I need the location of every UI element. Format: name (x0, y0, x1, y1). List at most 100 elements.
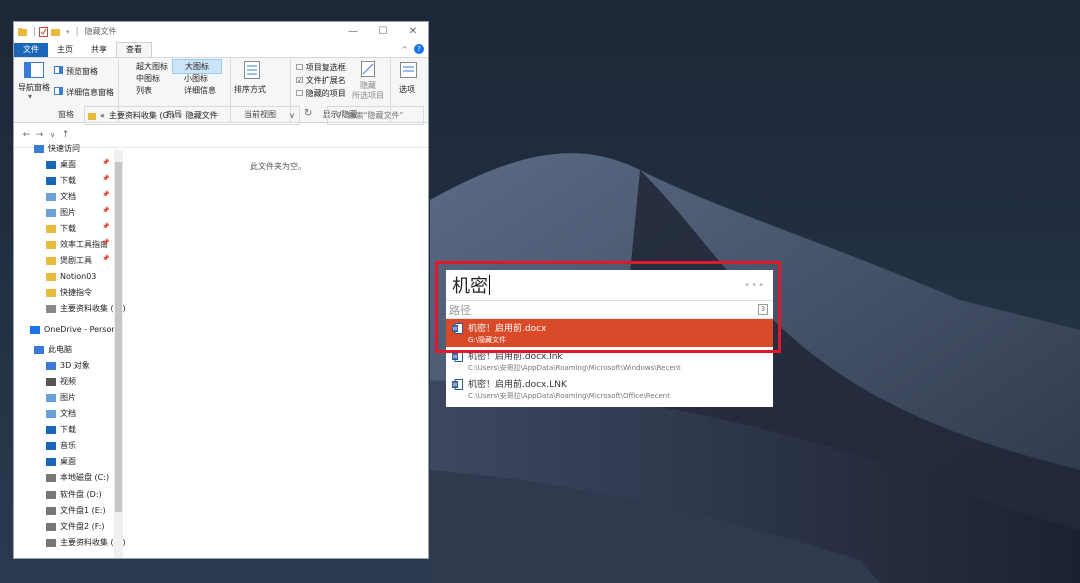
help-icon[interactable]: ? (414, 44, 424, 54)
layout-details[interactable]: 详细信息 (184, 85, 216, 96)
preview-pane-button[interactable]: 预览窗格 (66, 66, 98, 77)
breadcrumb-drive[interactable]: 主要资料收集 (G:) (109, 110, 175, 121)
sort-button[interactable]: 排序方式 (234, 84, 266, 95)
chevron-down-icon[interactable]: ▾ (66, 28, 70, 36)
address-bar[interactable]: « 主要资料收集 (G:) › 隐藏文件 ∨ (84, 106, 300, 125)
nav-item-icon (30, 325, 40, 334)
nav-item[interactable]: 图片 (46, 390, 76, 405)
launcher-result-row[interactable]: W 机密！启用前.docx.LNK C:\Users\安哥拉\AppData\Roa… (446, 375, 773, 403)
nav-item-label: 效率工具指南 (60, 240, 108, 249)
more-icon[interactable]: ••• (744, 280, 765, 291)
nav-item-label: 下载 (60, 176, 76, 185)
svg-text:W: W (453, 327, 458, 333)
result-path: C:\Users\安哥拉\AppData\Roaming\Microsoft\W… (468, 364, 681, 372)
nav-item-label: 3D 对象 (60, 361, 90, 370)
breadcrumb-separator[interactable]: › (179, 111, 182, 120)
nav-item[interactable]: 下载 (46, 173, 76, 188)
file-extension-toggle[interactable]: ☑ 文件扩展名 (296, 75, 346, 86)
options-button[interactable]: 选项 (399, 84, 415, 95)
minimize-button[interactable]: — (338, 22, 368, 41)
nav-item[interactable]: 桌面 (46, 157, 76, 172)
close-button[interactable]: ✕ (398, 22, 428, 41)
nav-pane-icon[interactable] (24, 62, 44, 78)
search-icon: ⚲ (336, 111, 342, 120)
nav-item[interactable]: 文档 (46, 189, 76, 204)
nav-item-label: 软件盘 (D:) (60, 490, 102, 499)
nav-item[interactable]: 视频 (46, 374, 76, 389)
nav-item[interactable]: 文件盘1 (E:) (46, 503, 106, 518)
nav-item-icon (46, 522, 56, 531)
nav-item-icon (46, 256, 56, 265)
tab-home[interactable]: 主页 (48, 43, 82, 57)
details-pane-button[interactable]: 详细信息窗格 (66, 87, 114, 98)
nav-item[interactable]: 下载 (46, 422, 76, 437)
nav-item[interactable]: OneDrive - Person (30, 322, 116, 337)
nav-item-icon (46, 160, 56, 169)
nav-item-label: 图片 (60, 393, 76, 402)
nav-item[interactable]: 桌面 (46, 454, 76, 469)
nav-item-label: 文档 (60, 409, 76, 418)
pin-icon: 📌 (102, 207, 110, 214)
layout-small-icons[interactable]: 小图标 (184, 73, 208, 84)
breadcrumb-folder[interactable]: 隐藏文件 (186, 110, 218, 121)
svg-text:W: W (453, 355, 458, 361)
nav-item[interactable]: 快速访问 (34, 141, 80, 156)
nav-item[interactable]: 图片 (46, 205, 76, 220)
options-icon[interactable] (400, 62, 417, 78)
nav-item[interactable]: 快捷指令 (46, 285, 92, 300)
nav-item-icon (46, 288, 56, 297)
chevron-down-icon[interactable]: ∨ (289, 111, 295, 120)
nav-item[interactable]: 此电脑 (34, 342, 72, 357)
nav-item[interactable]: 下载 (46, 221, 76, 236)
nav-scrollbar[interactable] (114, 150, 123, 558)
search-placeholder: 搜索"隐藏文件" (347, 111, 404, 120)
nav-item[interactable]: 音乐 (46, 438, 76, 453)
nav-item[interactable]: Notion03 (46, 269, 96, 284)
maximize-button[interactable]: ☐ (368, 22, 398, 41)
launcher-results: W 机密！启用前.docx G:\隐藏文件 W 机密！启用前.docx.lnk C:\Us… (446, 319, 773, 403)
launcher-result-row[interactable]: W 机密！启用前.docx G:\隐藏文件 (446, 319, 773, 347)
properties-icon[interactable] (39, 26, 49, 37)
launcher-search-input[interactable]: 机密 ••• (446, 270, 773, 301)
nav-item-icon (46, 377, 56, 386)
layout-list[interactable]: 列表 (136, 85, 152, 96)
nav-item[interactable]: 3D 对象 (46, 358, 90, 373)
nav-item[interactable]: 文档 (46, 406, 76, 421)
item-checkbox-toggle[interactable]: ☐ 项目复选框 (296, 62, 346, 73)
launcher-result-row[interactable]: W 机密！启用前.docx.lnk C:\Users\安哥拉\AppData\Roa… (446, 347, 773, 375)
result-name: 机密！启用前.docx.LNK (468, 380, 567, 390)
nav-item-icon (34, 144, 44, 153)
ribbon-tabs: 文件 主页 共享 查看 ^ ? (14, 41, 428, 57)
tab-share[interactable]: 共享 (82, 43, 116, 57)
collapse-ribbon-icon[interactable]: ^ (401, 45, 408, 54)
launcher-panel: 机密 ••• 路径 3 W 机密！启用前.docx G:\隐藏文件 W 机密！启用前.d… (446, 270, 773, 407)
new-folder-icon[interactable] (51, 27, 61, 37)
breadcrumb-overflow[interactable]: « (100, 111, 105, 120)
nav-pane-button[interactable]: 导航窗格 (18, 82, 50, 93)
nav-item[interactable]: 煲剧工具 (46, 253, 92, 268)
nav-item-icon (46, 393, 56, 402)
result-name: 机密！启用前.docx.lnk (468, 352, 563, 362)
nav-item-label: 快速访问 (48, 144, 80, 153)
nav-item[interactable]: 文件盘2 (F:) (46, 519, 105, 534)
hide-selected-icon (361, 61, 375, 77)
refresh-icon[interactable]: ↻ (304, 108, 312, 119)
layout-xlarge-icons[interactable]: 超大图标 (136, 61, 168, 72)
nav-item[interactable]: 本地磁盘 (C:) (46, 470, 109, 485)
sort-icon[interactable] (244, 61, 260, 79)
nav-item[interactable]: 软件盘 (D:) (46, 487, 102, 502)
pin-icon: 📌 (102, 191, 110, 198)
pin-icon: 📌 (102, 159, 110, 166)
scrollbar-thumb[interactable] (115, 162, 122, 512)
nav-item-label: OneDrive - Person (44, 325, 117, 334)
tab-file[interactable]: 文件 (14, 43, 48, 57)
layout-large-icons[interactable]: 大图标 (172, 59, 222, 74)
pin-icon: 📌 (102, 255, 110, 262)
hidden-items-toggle[interactable]: ☐ 隐藏的项目 (296, 88, 346, 99)
nav-item-icon (46, 425, 56, 434)
tab-view[interactable]: 查看 (116, 42, 152, 57)
nav-item[interactable]: 效率工具指南 (46, 237, 108, 252)
chevron-down-icon[interactable]: ▾ (28, 92, 32, 101)
search-input[interactable]: ⚲ 搜索"隐藏文件" (327, 106, 424, 125)
layout-medium-icons[interactable]: 中图标 (136, 73, 160, 84)
